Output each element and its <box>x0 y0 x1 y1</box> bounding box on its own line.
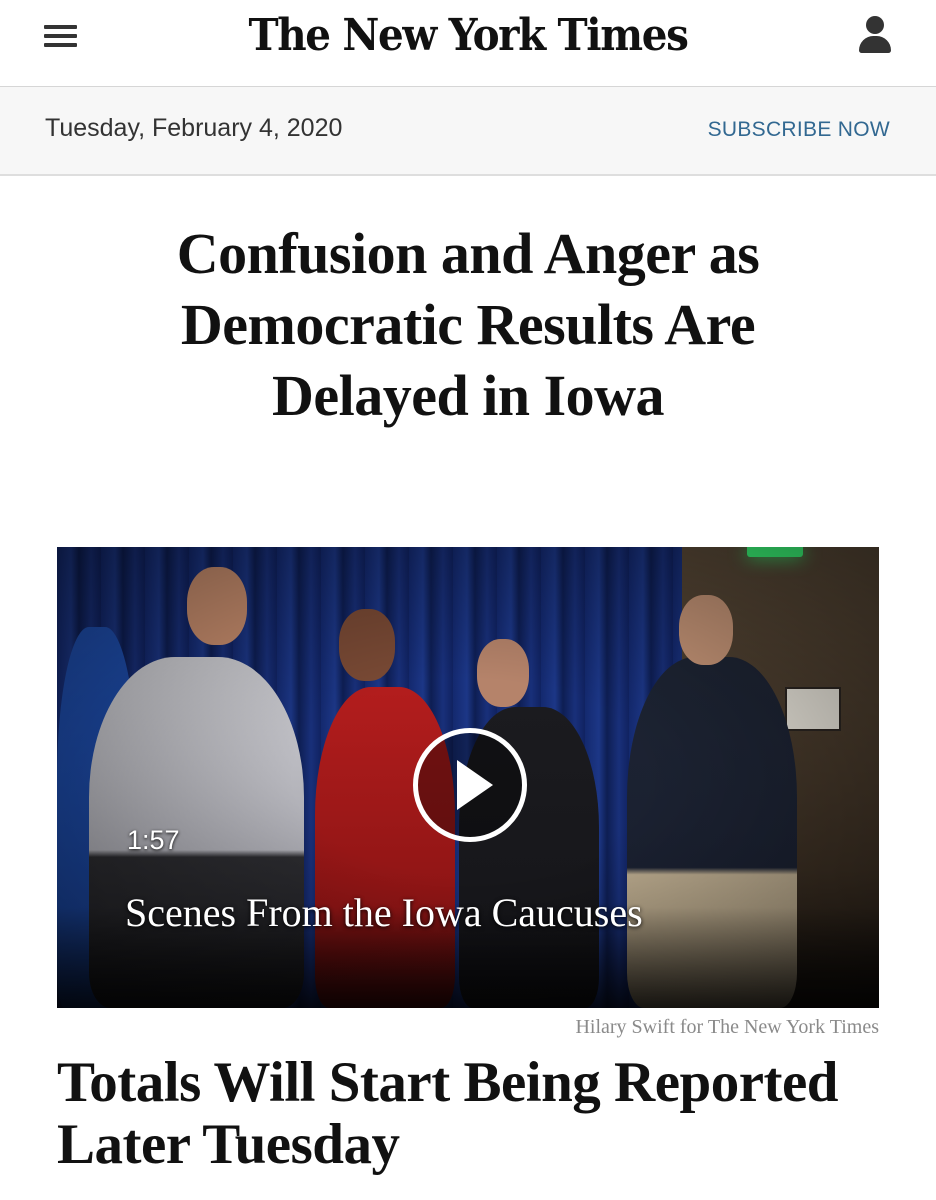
video-player[interactable]: 1:57 Scenes From the Iowa Caucuses <box>57 547 879 1008</box>
play-triangle <box>457 760 493 810</box>
subscribe-now-link[interactable]: SUBSCRIBE NOW <box>708 118 890 142</box>
current-date: Tuesday, February 4, 2020 <box>45 114 343 142</box>
masthead: The New York Times <box>0 0 936 87</box>
nyt-logo[interactable]: The New York Times <box>37 10 898 61</box>
secondary-headline[interactable]: Totals Will Start Being Reported Later T… <box>57 1052 897 1176</box>
photo-credit: Hilary Swift for The New York Times <box>575 1016 879 1038</box>
video-title[interactable]: Scenes From the Iowa Caucuses <box>125 889 643 936</box>
video-duration: 1:57 <box>127 825 180 855</box>
account-icon-body <box>859 36 891 53</box>
account-person-icon[interactable] <box>857 16 893 54</box>
main-headline[interactable]: Confusion and Anger as Democratic Result… <box>90 218 846 431</box>
play-icon[interactable] <box>413 728 527 842</box>
date-bar: Tuesday, February 4, 2020 SUBSCRIBE NOW <box>0 87 936 176</box>
account-icon-head <box>866 16 884 34</box>
